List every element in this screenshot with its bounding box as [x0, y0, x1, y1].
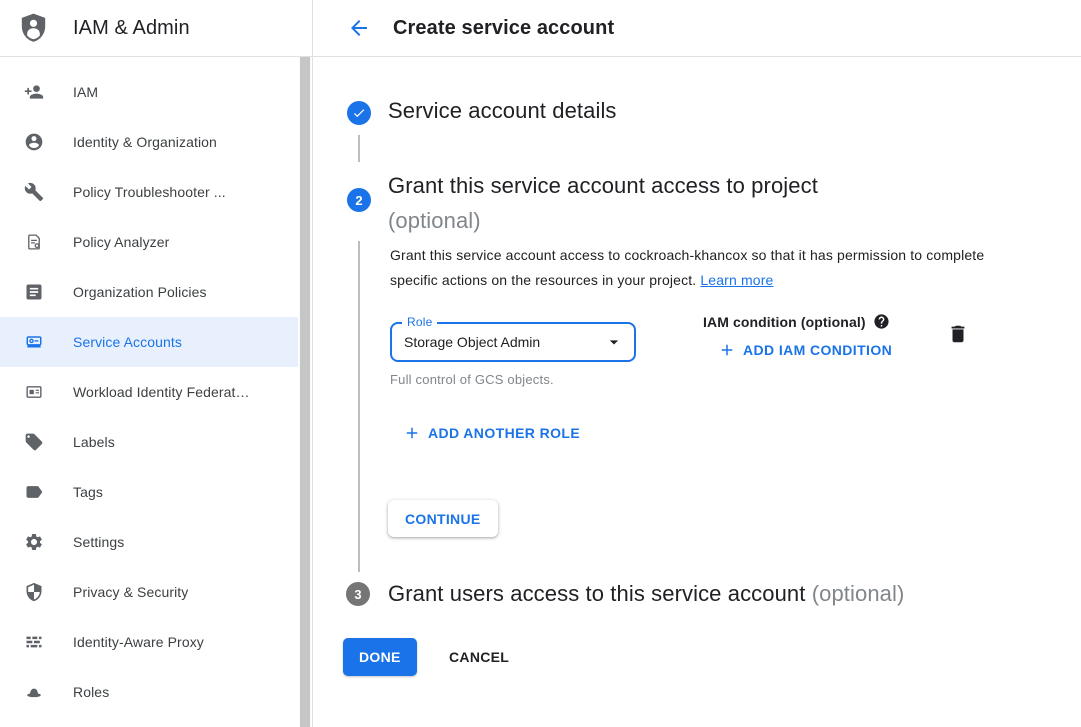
plus-icon — [403, 424, 421, 442]
step2-description-text: Grant this service account access to coc… — [390, 247, 984, 288]
sidebar-item-identity-organization[interactable]: Identity & Organization — [0, 117, 298, 167]
iam-condition-header: IAM condition (optional) — [703, 313, 890, 330]
step1-completed-check-icon — [347, 101, 371, 125]
page-title: Create service account — [393, 17, 614, 40]
step2-number: 2 — [355, 193, 362, 208]
person-add-icon — [24, 82, 44, 102]
step3-title-text: Grant users access to this service accou… — [388, 581, 805, 606]
tag-icon — [24, 432, 44, 452]
add-iam-condition-label: ADD IAM CONDITION — [743, 342, 892, 358]
add-another-role-button[interactable]: ADD ANOTHER ROLE — [403, 424, 580, 442]
sidebar-item-policy-analyzer[interactable]: Policy Analyzer — [0, 217, 298, 267]
sidebar-item-policy-troubleshooter[interactable]: Policy Troubleshooter ... — [0, 167, 298, 217]
step3-number: 3 — [354, 587, 361, 602]
step1-title: Service account details — [388, 98, 617, 124]
add-iam-condition-button[interactable]: ADD IAM CONDITION — [718, 341, 892, 359]
step3-title: Grant users access to this service accou… — [388, 581, 904, 607]
step3-number-badge: 3 — [346, 582, 370, 606]
sidebar-nav: IAM Identity & Organization Policy Troub… — [0, 57, 312, 717]
product-title: IAM & Admin — [73, 17, 190, 40]
sidebar: IAM & Admin IAM Identity & Organization … — [0, 0, 313, 727]
learn-more-link[interactable]: Learn more — [700, 272, 773, 288]
step-connector — [358, 241, 360, 572]
sidebar-item-settings[interactable]: Settings — [0, 517, 298, 567]
step2-number-badge: 2 — [347, 188, 371, 212]
done-button[interactable]: DONE — [343, 638, 417, 676]
sidebar-header: IAM & Admin — [0, 0, 312, 57]
sidebar-scrollbar-thumb[interactable] — [300, 57, 310, 727]
step3-optional-text: (optional) — [812, 581, 905, 606]
sidebar-item-privacy-security[interactable]: Privacy & Security — [0, 567, 298, 617]
iam-condition-label: IAM condition (optional) — [703, 314, 866, 330]
shield-icon — [24, 582, 44, 602]
role-select-label: Role — [402, 315, 437, 329]
role-helper-text: Full control of GCS objects. — [390, 372, 554, 387]
main-panel: Create service account Service account d… — [313, 0, 1081, 727]
sidebar-item-tags[interactable]: Tags — [0, 467, 298, 517]
role-select[interactable]: Role Storage Object Admin — [390, 322, 636, 362]
shield-person-icon — [17, 9, 50, 47]
hat-icon — [24, 682, 44, 702]
sidebar-item-workload-identity-federat[interactable]: Workload Identity Federat… — [0, 367, 298, 417]
sidebar-item-roles[interactable]: Roles — [0, 667, 298, 717]
document-icon — [24, 282, 44, 302]
caret-down-icon — [604, 332, 624, 352]
gear-icon — [24, 532, 44, 552]
sidebar-item-iam[interactable]: IAM — [0, 67, 298, 117]
continue-button[interactable]: CONTINUE — [388, 500, 498, 537]
cancel-button[interactable]: CANCEL — [441, 638, 517, 676]
policy-analyzer-icon — [24, 232, 44, 252]
service-account-icon — [24, 332, 44, 352]
page-header: Create service account — [313, 0, 1081, 57]
badge-icon — [24, 382, 44, 402]
account-circle-icon — [24, 132, 44, 152]
delete-role-trash-icon[interactable] — [947, 323, 969, 345]
step-connector — [358, 135, 360, 162]
sidebar-item-identity-aware-proxy[interactable]: Identity-Aware Proxy — [0, 617, 298, 667]
wrench-icon — [24, 182, 44, 202]
add-another-role-label: ADD ANOTHER ROLE — [428, 425, 580, 441]
role-select-value: Storage Object Admin — [404, 334, 604, 350]
sidebar-item-labels[interactable]: Labels — [0, 417, 298, 467]
step2-optional-text: (optional) — [388, 208, 481, 233]
plus-icon — [718, 341, 736, 359]
stepper-content: Service account details 2 Grant this ser… — [313, 57, 1081, 727]
label-icon — [24, 482, 44, 502]
sidebar-item-organization-policies[interactable]: Organization Policies — [0, 267, 298, 317]
arrow-back-icon[interactable] — [347, 16, 371, 40]
step2-title: Grant this service account access to pro… — [388, 168, 818, 238]
proxy-icon — [24, 632, 44, 652]
help-icon[interactable] — [873, 313, 890, 330]
step2-description: Grant this service account access to coc… — [390, 243, 990, 293]
step2-title-text: Grant this service account access to pro… — [388, 173, 818, 198]
sidebar-scrollbar[interactable] — [299, 57, 311, 727]
sidebar-item-service-accounts[interactable]: Service Accounts — [0, 317, 298, 367]
